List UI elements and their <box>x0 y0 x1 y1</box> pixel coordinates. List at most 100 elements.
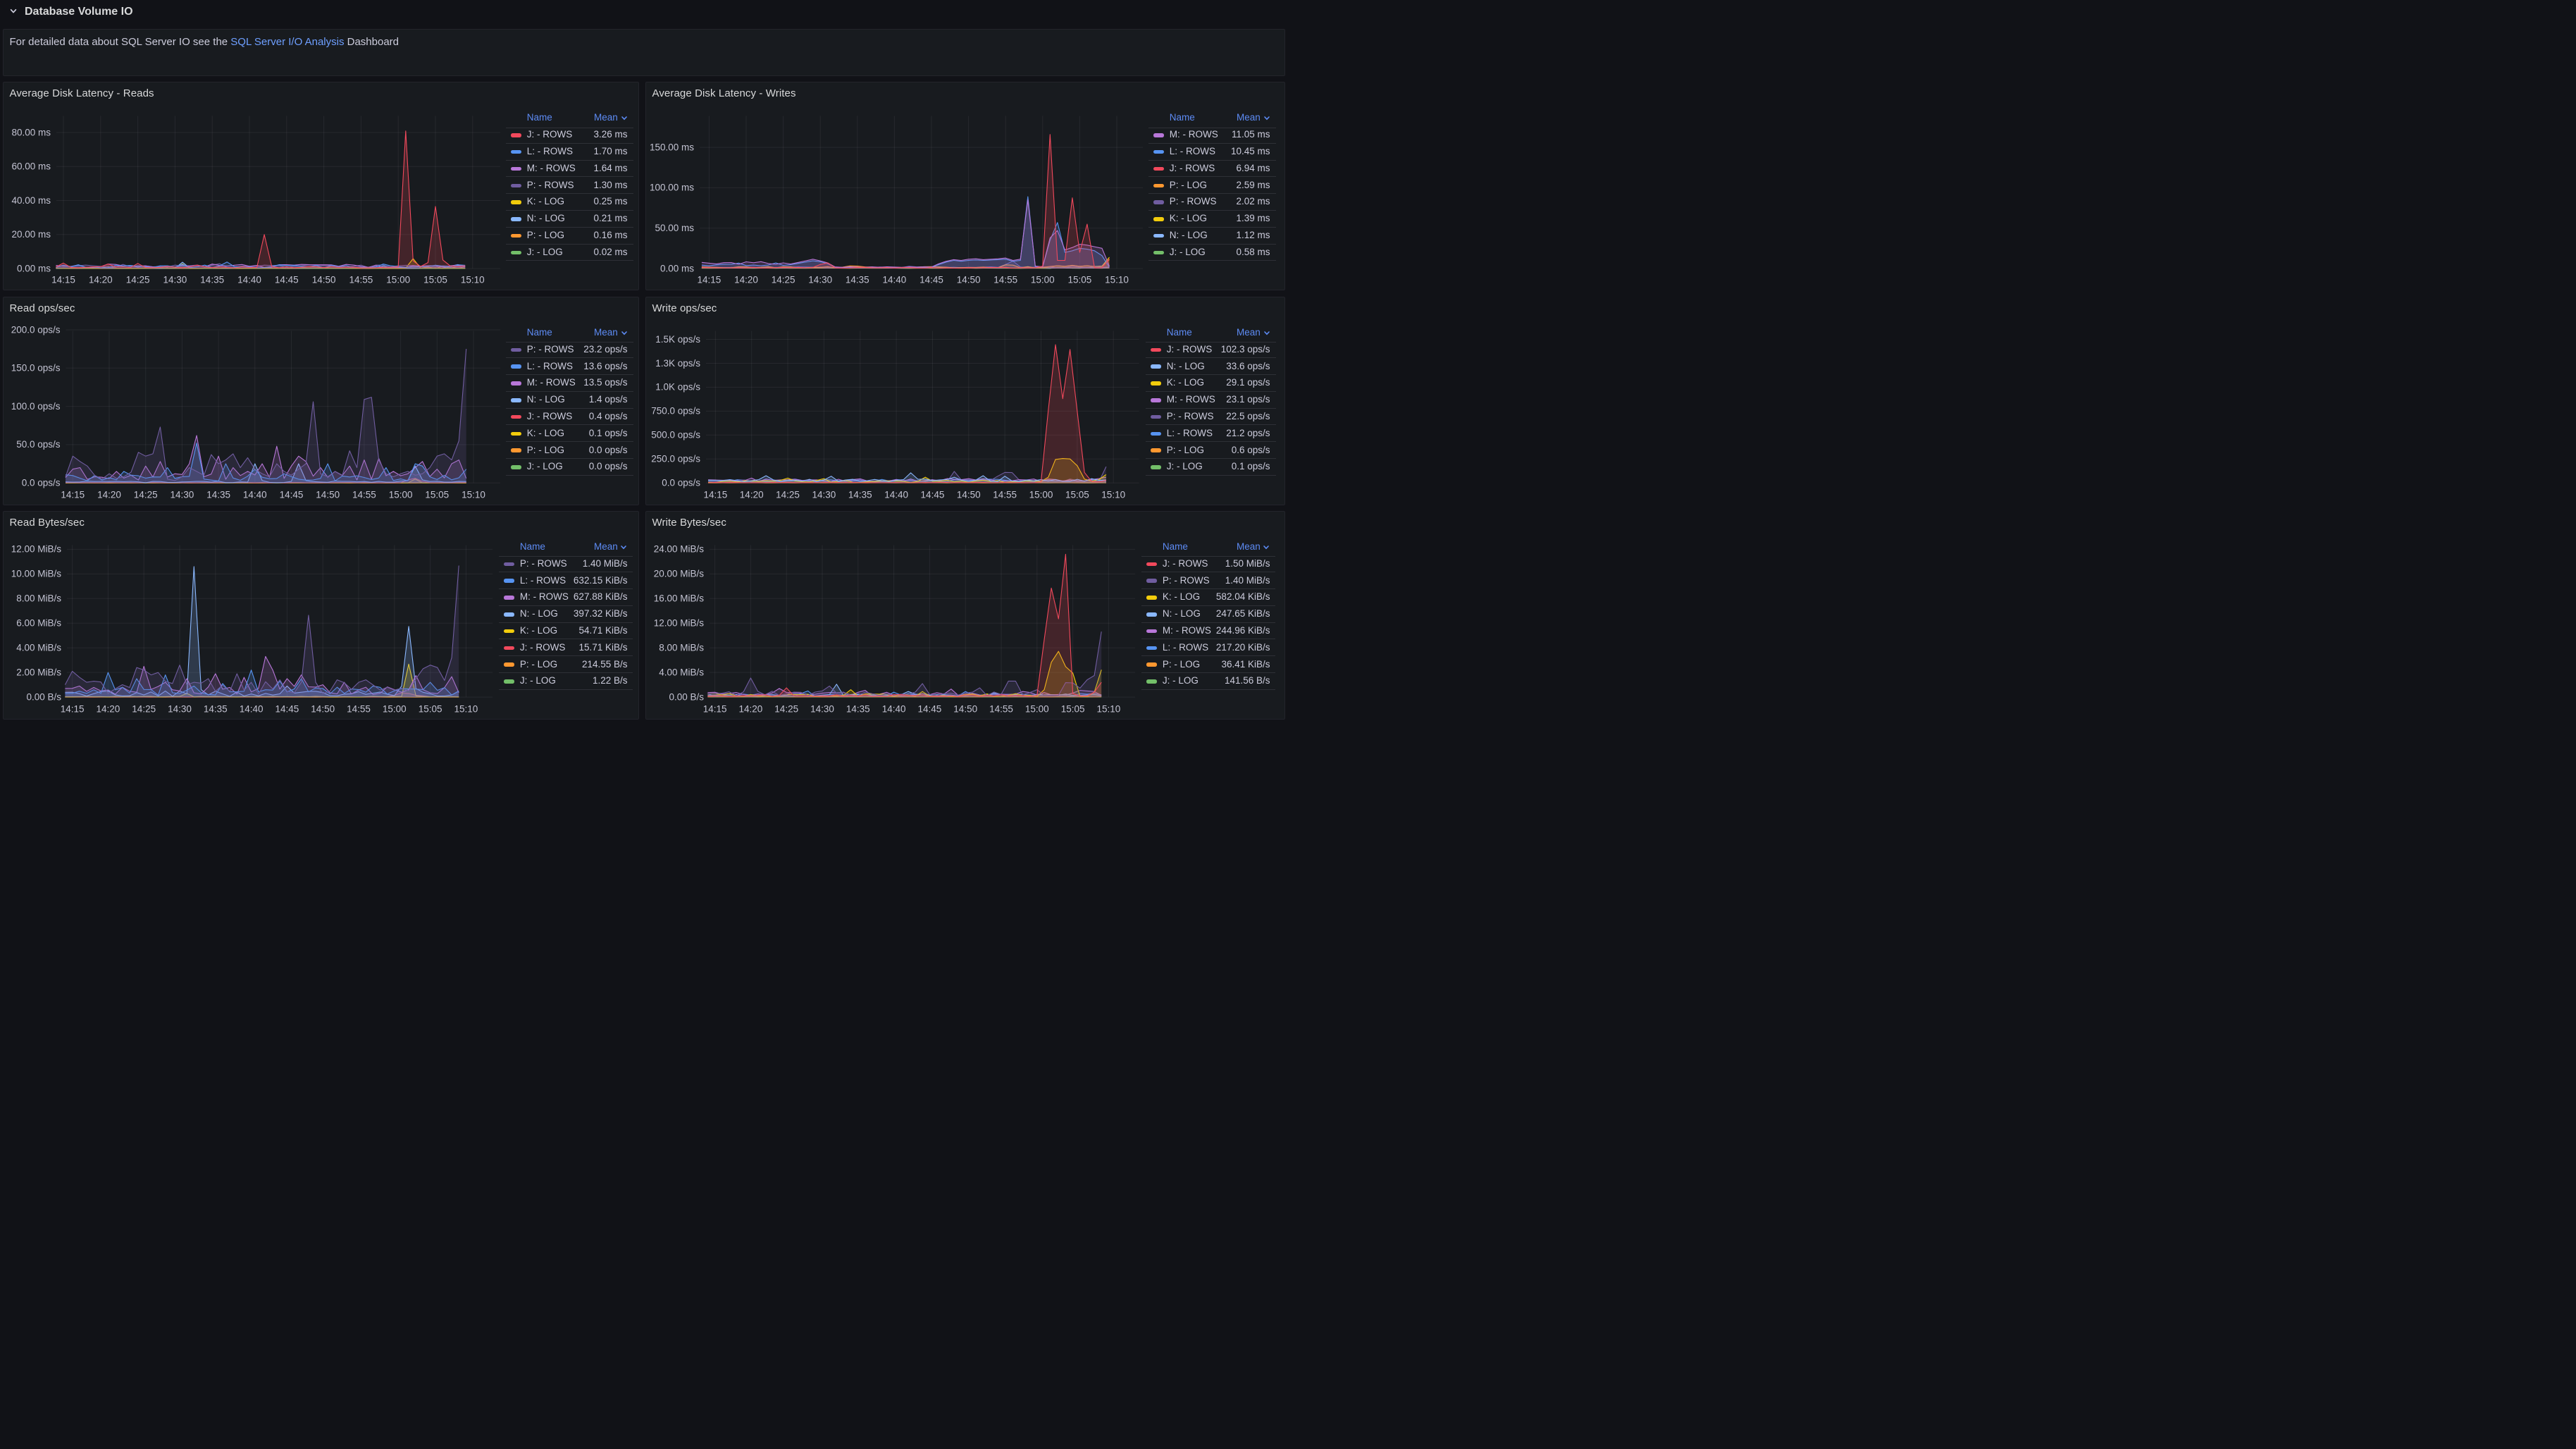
svg-text:14:45: 14:45 <box>918 703 942 714</box>
svg-text:15:10: 15:10 <box>461 274 485 285</box>
svg-text:14:55: 14:55 <box>989 703 1013 714</box>
svg-text:50.0 ops/s: 50.0 ops/s <box>16 439 61 450</box>
svg-text:14:55: 14:55 <box>993 274 1017 285</box>
svg-text:15:05: 15:05 <box>1065 489 1089 500</box>
svg-text:150.0 ops/s: 150.0 ops/s <box>11 362 61 373</box>
svg-text:14:20: 14:20 <box>739 703 763 714</box>
svg-text:15:00: 15:00 <box>1025 703 1049 714</box>
svg-text:16.00 MiB/s: 16.00 MiB/s <box>654 593 705 603</box>
svg-text:14:35: 14:35 <box>204 703 228 714</box>
svg-text:14:30: 14:30 <box>812 489 836 500</box>
svg-text:15:05: 15:05 <box>1061 703 1085 714</box>
svg-text:15:10: 15:10 <box>454 703 478 714</box>
svg-text:14:40: 14:40 <box>243 489 267 500</box>
svg-text:0.00 B/s: 0.00 B/s <box>669 691 704 702</box>
svg-text:150.00 ms: 150.00 ms <box>650 142 694 152</box>
svg-text:4.00 MiB/s: 4.00 MiB/s <box>659 667 704 677</box>
svg-text:15:05: 15:05 <box>1068 274 1092 285</box>
svg-text:12.00 MiB/s: 12.00 MiB/s <box>11 543 62 554</box>
svg-text:15:05: 15:05 <box>425 489 449 500</box>
svg-text:14:20: 14:20 <box>740 489 764 500</box>
svg-text:14:30: 14:30 <box>808 274 832 285</box>
svg-text:0.0 ops/s: 0.0 ops/s <box>22 477 61 488</box>
svg-text:14:30: 14:30 <box>168 703 192 714</box>
svg-text:14:20: 14:20 <box>734 274 758 285</box>
svg-text:50.00 ms: 50.00 ms <box>655 223 694 233</box>
svg-text:14:30: 14:30 <box>810 703 834 714</box>
svg-text:14:35: 14:35 <box>846 274 869 285</box>
svg-text:14:40: 14:40 <box>237 274 261 285</box>
svg-text:14:55: 14:55 <box>349 274 373 285</box>
svg-text:14:25: 14:25 <box>774 703 798 714</box>
svg-text:14:25: 14:25 <box>132 703 156 714</box>
svg-text:0.0 ops/s: 0.0 ops/s <box>662 477 700 488</box>
svg-text:14:55: 14:55 <box>352 489 376 500</box>
svg-text:8.00 MiB/s: 8.00 MiB/s <box>16 593 61 603</box>
svg-text:14:15: 14:15 <box>61 703 85 714</box>
svg-text:14:15: 14:15 <box>703 489 727 500</box>
svg-text:14:45: 14:45 <box>275 274 299 285</box>
svg-text:14:45: 14:45 <box>921 489 945 500</box>
svg-text:15:10: 15:10 <box>1097 703 1121 714</box>
svg-text:14:30: 14:30 <box>163 274 187 285</box>
svg-text:14:35: 14:35 <box>206 489 230 500</box>
svg-text:14:55: 14:55 <box>993 489 1017 500</box>
svg-text:20.00 ms: 20.00 ms <box>11 229 51 240</box>
svg-text:15:10: 15:10 <box>462 489 485 500</box>
svg-text:14:45: 14:45 <box>280 489 304 500</box>
svg-text:14:50: 14:50 <box>312 274 336 285</box>
svg-text:15:10: 15:10 <box>1105 274 1129 285</box>
svg-text:10.00 MiB/s: 10.00 MiB/s <box>11 568 62 579</box>
svg-text:14:40: 14:40 <box>240 703 264 714</box>
svg-text:14:40: 14:40 <box>882 703 906 714</box>
svg-text:14:30: 14:30 <box>171 489 194 500</box>
svg-text:14:50: 14:50 <box>316 489 340 500</box>
svg-text:14:50: 14:50 <box>957 274 981 285</box>
svg-text:750.0 ops/s: 750.0 ops/s <box>651 405 700 416</box>
svg-text:250.0 ops/s: 250.0 ops/s <box>651 453 700 464</box>
svg-text:2.00 MiB/s: 2.00 MiB/s <box>16 667 61 677</box>
svg-text:14:50: 14:50 <box>953 703 977 714</box>
svg-text:14:45: 14:45 <box>919 274 943 285</box>
svg-text:60.00 ms: 60.00 ms <box>11 161 51 172</box>
svg-text:1.3K ops/s: 1.3K ops/s <box>655 357 700 368</box>
svg-text:14:20: 14:20 <box>89 274 113 285</box>
svg-text:14:40: 14:40 <box>884 489 908 500</box>
svg-text:8.00 MiB/s: 8.00 MiB/s <box>659 642 704 653</box>
svg-text:100.00 ms: 100.00 ms <box>650 183 694 193</box>
svg-text:15:00: 15:00 <box>383 703 407 714</box>
svg-text:14:35: 14:35 <box>846 703 870 714</box>
svg-text:14:55: 14:55 <box>347 703 371 714</box>
svg-text:200.0 ops/s: 200.0 ops/s <box>11 324 61 335</box>
svg-text:500.0 ops/s: 500.0 ops/s <box>651 429 700 440</box>
svg-text:15:00: 15:00 <box>389 489 413 500</box>
svg-text:14:20: 14:20 <box>97 489 121 500</box>
svg-text:0.00 ms: 0.00 ms <box>17 263 51 273</box>
svg-text:12.00 MiB/s: 12.00 MiB/s <box>654 617 705 628</box>
svg-text:14:45: 14:45 <box>275 703 299 714</box>
svg-text:40.00 ms: 40.00 ms <box>11 195 51 206</box>
svg-text:20.00 MiB/s: 20.00 MiB/s <box>654 568 705 579</box>
svg-text:15:00: 15:00 <box>386 274 410 285</box>
svg-text:14:20: 14:20 <box>97 703 120 714</box>
svg-text:14:40: 14:40 <box>883 274 907 285</box>
svg-text:24.00 MiB/s: 24.00 MiB/s <box>654 543 705 554</box>
svg-text:80.00 ms: 80.00 ms <box>11 127 51 137</box>
svg-text:14:35: 14:35 <box>200 274 224 285</box>
svg-text:14:15: 14:15 <box>703 703 727 714</box>
svg-text:14:15: 14:15 <box>698 274 722 285</box>
svg-text:14:25: 14:25 <box>776 489 800 500</box>
svg-text:6.00 MiB/s: 6.00 MiB/s <box>16 617 61 628</box>
svg-text:0.00 ms: 0.00 ms <box>660 263 694 273</box>
svg-text:14:15: 14:15 <box>51 274 75 285</box>
svg-text:14:15: 14:15 <box>61 489 85 500</box>
svg-text:1.0K ops/s: 1.0K ops/s <box>655 381 700 392</box>
svg-text:15:05: 15:05 <box>423 274 447 285</box>
svg-text:14:50: 14:50 <box>311 703 335 714</box>
svg-text:15:00: 15:00 <box>1029 489 1053 500</box>
svg-text:15:00: 15:00 <box>1031 274 1055 285</box>
svg-text:14:25: 14:25 <box>772 274 795 285</box>
svg-text:14:50: 14:50 <box>957 489 981 500</box>
svg-text:15:10: 15:10 <box>1101 489 1125 500</box>
svg-text:14:25: 14:25 <box>126 274 150 285</box>
